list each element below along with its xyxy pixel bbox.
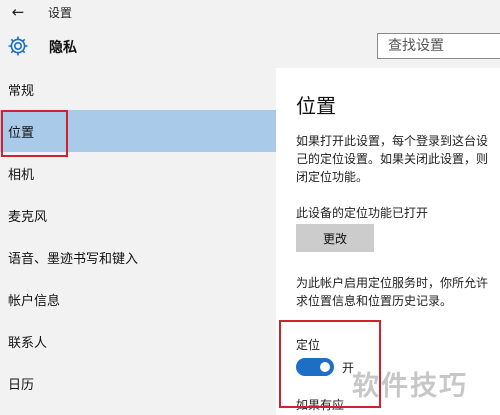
sidebar-item-general[interactable]: 常规 bbox=[0, 68, 276, 110]
sidebar-item-contacts[interactable]: 联系人 bbox=[0, 320, 276, 362]
sidebar-item-label: 帐户信息 bbox=[8, 294, 61, 309]
sidebar-item-label: 相机 bbox=[8, 168, 35, 183]
page-title-privacy: 隐私 bbox=[49, 40, 77, 56]
search-box[interactable] bbox=[377, 33, 500, 59]
location-description: 如果打开此设置，每个登录到这台设 己的定位设置。如果关闭此设置，则 闭定位功能。 bbox=[296, 134, 489, 184]
sidebar-item-calendar[interactable]: 日历 bbox=[0, 362, 276, 404]
sidebar-item-label: 联系人 bbox=[8, 336, 48, 351]
highlight-box-sidebar bbox=[1, 110, 68, 157]
sidebar-item-label: 日历 bbox=[8, 378, 35, 393]
change-button[interactable]: 更改 bbox=[296, 224, 374, 252]
sidebar-item-microphone[interactable]: 麦克风 bbox=[0, 194, 276, 236]
page-title: 位置 bbox=[296, 94, 336, 118]
title-bar: ← 设置 bbox=[0, 0, 500, 24]
sidebar-item-label: 语音、墨迹书写和键入 bbox=[8, 252, 139, 267]
account-location-description: 为此帐户启用定位服务时，你所允许 求位置信息和位置历史记录。 bbox=[296, 276, 489, 308]
gear-icon bbox=[8, 36, 28, 56]
back-arrow-icon[interactable]: ← bbox=[8, 2, 28, 22]
device-location-status: 此设备的定位功能已打开 bbox=[296, 206, 429, 220]
window-title: 设置 bbox=[48, 6, 73, 20]
sidebar-item-label: 麦克风 bbox=[8, 210, 48, 225]
sidebar-item-speech-inking-typing[interactable]: 语音、墨迹书写和键入 bbox=[0, 236, 276, 278]
sidebar-item-label: 常规 bbox=[8, 84, 35, 99]
sidebar-item-camera[interactable]: 相机 bbox=[0, 152, 276, 194]
search-input[interactable] bbox=[378, 34, 498, 58]
sidebar-item-account-info[interactable]: 帐户信息 bbox=[0, 278, 276, 320]
page-header: 隐私 bbox=[0, 24, 500, 68]
watermark: 软件技巧 bbox=[352, 371, 468, 402]
